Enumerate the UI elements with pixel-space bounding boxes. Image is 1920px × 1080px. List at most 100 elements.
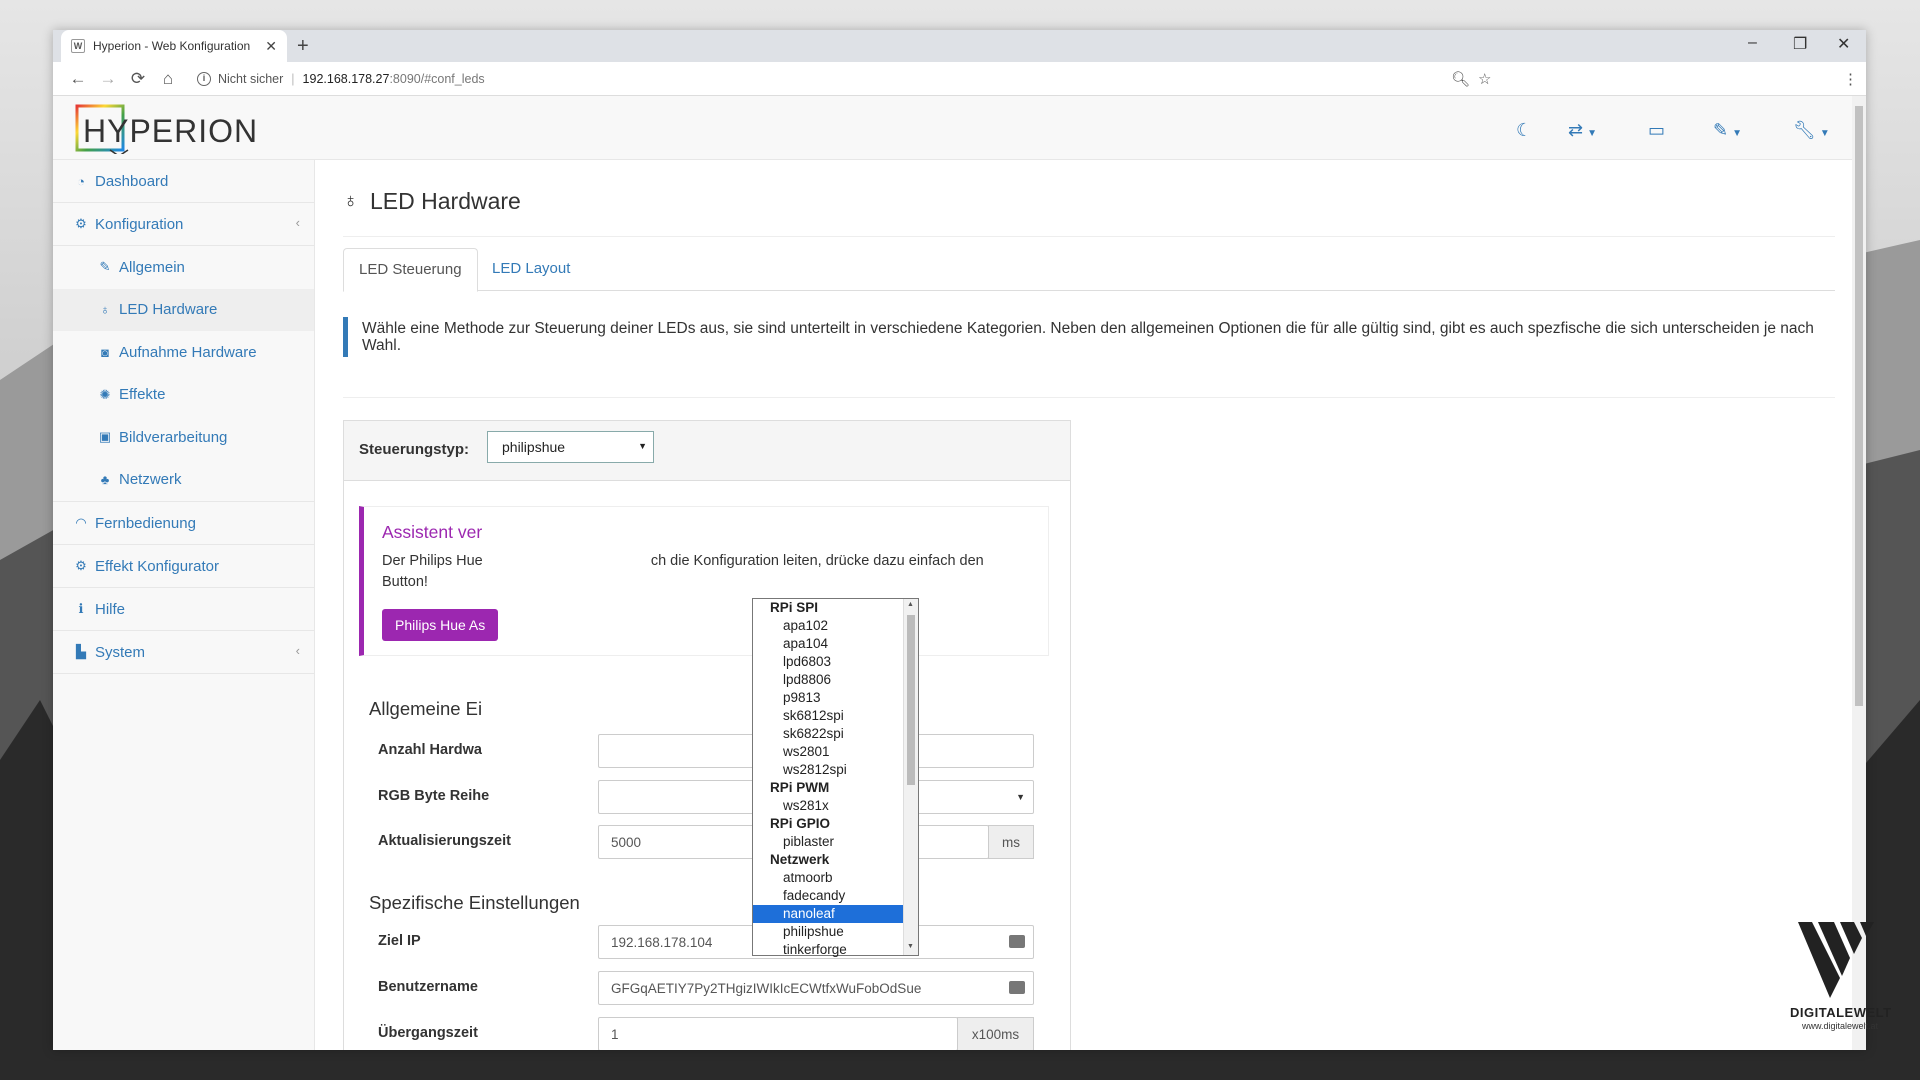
digitalewelt-watermark: DIGITALEWELT www.digitalewelt.at (1790, 918, 1891, 1038)
wizard-text-left: Der Philips Hue (382, 553, 483, 569)
sidebar-item-netzwerk[interactable]: ♣ Netzwerk (53, 459, 314, 502)
sidebar-item-allgemein[interactable]: ✎ Allgemein (53, 246, 314, 289)
tab-led-steuerung[interactable]: LED Steuerung (343, 248, 478, 292)
tab-close-icon[interactable]: ✕ (265, 38, 277, 55)
browser-toolbar: ← → ⟳ ⌂ i Nicht sicher | 192.168.178.27 … (53, 62, 1866, 96)
username-input[interactable]: GFGqAETIY7Py2THgizIWIkIcECWtfxWuFobOdSue (598, 971, 1034, 1005)
dropdown-option[interactable]: nanoleaf (753, 905, 903, 923)
dropdown-group-label: RPi GPIO (770, 816, 831, 831)
dropdown-option[interactable]: sk6822spi (753, 725, 903, 743)
window-minimize-button[interactable]: – (1748, 34, 1757, 52)
wizard-text-line2: Button! (382, 574, 428, 590)
dropdown-option[interactable]: ws2801 (753, 743, 903, 761)
sidebar-item-bildverarbeitung[interactable]: ▣ Bildverarbeitung (53, 416, 314, 459)
sidebar-item-led-hardware[interactable]: ♁ LED Hardware (53, 288, 314, 331)
home-icon[interactable]: ⌂ (153, 69, 183, 89)
lightbulb-icon: ♁ (343, 190, 358, 212)
dropdown-scroll-thumb[interactable] (907, 615, 915, 785)
transition-time-input[interactable]: 1 (598, 1017, 958, 1050)
dropdown-option[interactable]: tinkerforge (753, 941, 903, 959)
logo-text: HYPERION (83, 113, 259, 149)
sidebar-item-label: Konfiguration (95, 215, 184, 233)
sidebar-item-effekte[interactable]: ✺ Effekte (53, 374, 314, 417)
info-icon: ℹ (78, 601, 84, 616)
tab-led-layout[interactable]: LED Layout (477, 248, 585, 292)
intro-divider (343, 397, 1835, 398)
intro-callout: Wähle eine Methode zur Steuerung deiner … (343, 317, 1835, 357)
sidebar-item-label: Aufnahme Hardware (119, 343, 257, 361)
monitor-icon[interactable]: ▭ (1648, 120, 1665, 141)
hyperion-logo[interactable]: HYPERION (75, 104, 257, 157)
instance-switch-icon[interactable]: ⇄ ▼ (1568, 120, 1597, 141)
sidebar-item-label: Allgemein (119, 258, 185, 276)
username-label: Benutzername (378, 979, 478, 995)
cogs-icon: ⚙ (75, 558, 87, 573)
browser-menu-icon[interactable]: ⋮ (1843, 70, 1858, 88)
transition-time-unit: x100ms (957, 1017, 1034, 1050)
general-settings-title: Allgemeine Ei (369, 698, 483, 719)
sidebar-item-label: Dashboard (95, 172, 169, 190)
sidebar-item-label: Effekt Konfigurator (95, 557, 219, 575)
dropdown-group-label: RPi SPI (770, 600, 819, 615)
dropdown-option[interactable]: apa102 (753, 617, 903, 635)
browser-tab[interactable]: W Hyperion - Web Konfiguration ✕ (61, 30, 287, 62)
address-bar[interactable]: i Nicht sicher | 192.168.178.27 :8090/#c… (197, 71, 1697, 86)
watermark-url: www.digitalewelt.at (1801, 1021, 1879, 1031)
controller-type-dropdown[interactable]: RPi SPI apa102 apa104 lpd6803 lpd8806 p9813 sk… (752, 598, 919, 959)
dropdown-option[interactable]: ws281x (753, 797, 903, 815)
philips-hue-assistant-button[interactable]: Philips Hue As (382, 609, 499, 641)
sidebar-item-dashboard[interactable]: ◔ Dashboard (53, 160, 314, 203)
wrench-icon[interactable]: 🔧︎ ▼ (1793, 120, 1830, 141)
dropdown-option[interactable]: apa104 (753, 635, 903, 653)
main-content: ♁ LED Hardware LED Steuerung LED Layout … (315, 160, 1866, 1050)
sidebar: ◔ Dashboard ⚙ Konfiguration ‹ ✎ Allgemei… (53, 160, 315, 1050)
keyboard-icon[interactable] (1009, 981, 1025, 994)
refresh-time-label: Aktualisierungszeit (378, 833, 511, 849)
wizard-text: Der Philips Hue ch die Konfiguration lei… (382, 551, 1022, 593)
sidebar-item-fernbedienung[interactable]: ◠ Fernbedienung (53, 502, 314, 545)
sidebar-item-system[interactable]: ▙ System ‹ (53, 631, 314, 674)
night-mode-icon[interactable]: ☾ (1516, 120, 1532, 141)
dropdown-option[interactable]: lpd6803 (753, 653, 903, 671)
back-icon[interactable]: ← (63, 69, 93, 89)
controller-type-select[interactable]: philipshue ▼ (487, 431, 654, 463)
lightbulb-icon: ♁ (100, 302, 110, 318)
dropdown-option[interactable]: sk6812spi (753, 707, 903, 725)
sidebar-item-effekt-konfigurator[interactable]: ⚙ Effekt Konfigurator (53, 545, 314, 588)
magic-wand-icon[interactable]: ✎ ▼ (1713, 120, 1742, 141)
dropdown-option[interactable]: piblaster (753, 833, 903, 851)
transition-time-label: Übergangszeit (378, 1025, 478, 1041)
window-maximize-button[interactable]: ❐ (1793, 34, 1807, 54)
scroll-up-icon[interactable]: ▲ (907, 601, 914, 608)
zoom-icon[interactable]: 🔍︎ (1451, 70, 1470, 88)
caret-down-icon: ▼ (638, 441, 647, 451)
dropdown-option[interactable]: p9813 (753, 689, 903, 707)
new-tab-button[interactable]: + (297, 35, 309, 58)
dropdown-option[interactable]: ws2812spi (753, 761, 903, 779)
sidebar-item-konfiguration[interactable]: ⚙ Konfiguration ‹ (53, 203, 314, 246)
dropdown-scrollbar[interactable]: ▲ ▼ (903, 599, 918, 955)
caret-down-icon: ▼ (1016, 792, 1025, 802)
reload-icon[interactable]: ⟳ (123, 69, 153, 89)
specific-settings-title: Spezifische Einstellungen (369, 892, 580, 913)
window-close-button[interactable]: ✕ (1837, 34, 1850, 54)
sidebar-item-hilfe[interactable]: ℹ Hilfe (53, 588, 314, 631)
dropdown-option[interactable]: lpd8806 (753, 671, 903, 689)
page-scroll-thumb[interactable] (1855, 106, 1863, 706)
page-scrollbar[interactable] (1852, 96, 1866, 1050)
dropdown-group-label: Netzwerk (770, 852, 830, 867)
dropdown-option[interactable]: philipshue (753, 923, 903, 941)
forward-icon[interactable]: → (93, 69, 123, 89)
refresh-time-unit: ms (988, 825, 1034, 859)
url-host: 192.168.178.27 (302, 71, 390, 86)
scroll-down-icon[interactable]: ▼ (907, 943, 914, 950)
bookmark-star-icon[interactable]: ☆ (1478, 70, 1491, 88)
browser-tabstrip: W Hyperion - Web Konfiguration ✕ + – ❐ ✕ (53, 30, 1866, 62)
info-icon[interactable]: i (197, 71, 211, 86)
keyboard-icon[interactable] (1009, 935, 1025, 948)
wizard-text-right: ch die Konfiguration leiten, drücke dazu… (650, 553, 984, 569)
dropdown-option[interactable]: fadecandy (753, 887, 903, 905)
gear-icon: ⚙ (75, 216, 87, 231)
sidebar-item-aufnahme-hardware[interactable]: ◙ Aufnahme Hardware (53, 331, 314, 374)
dropdown-option[interactable]: atmoorb (753, 869, 903, 887)
